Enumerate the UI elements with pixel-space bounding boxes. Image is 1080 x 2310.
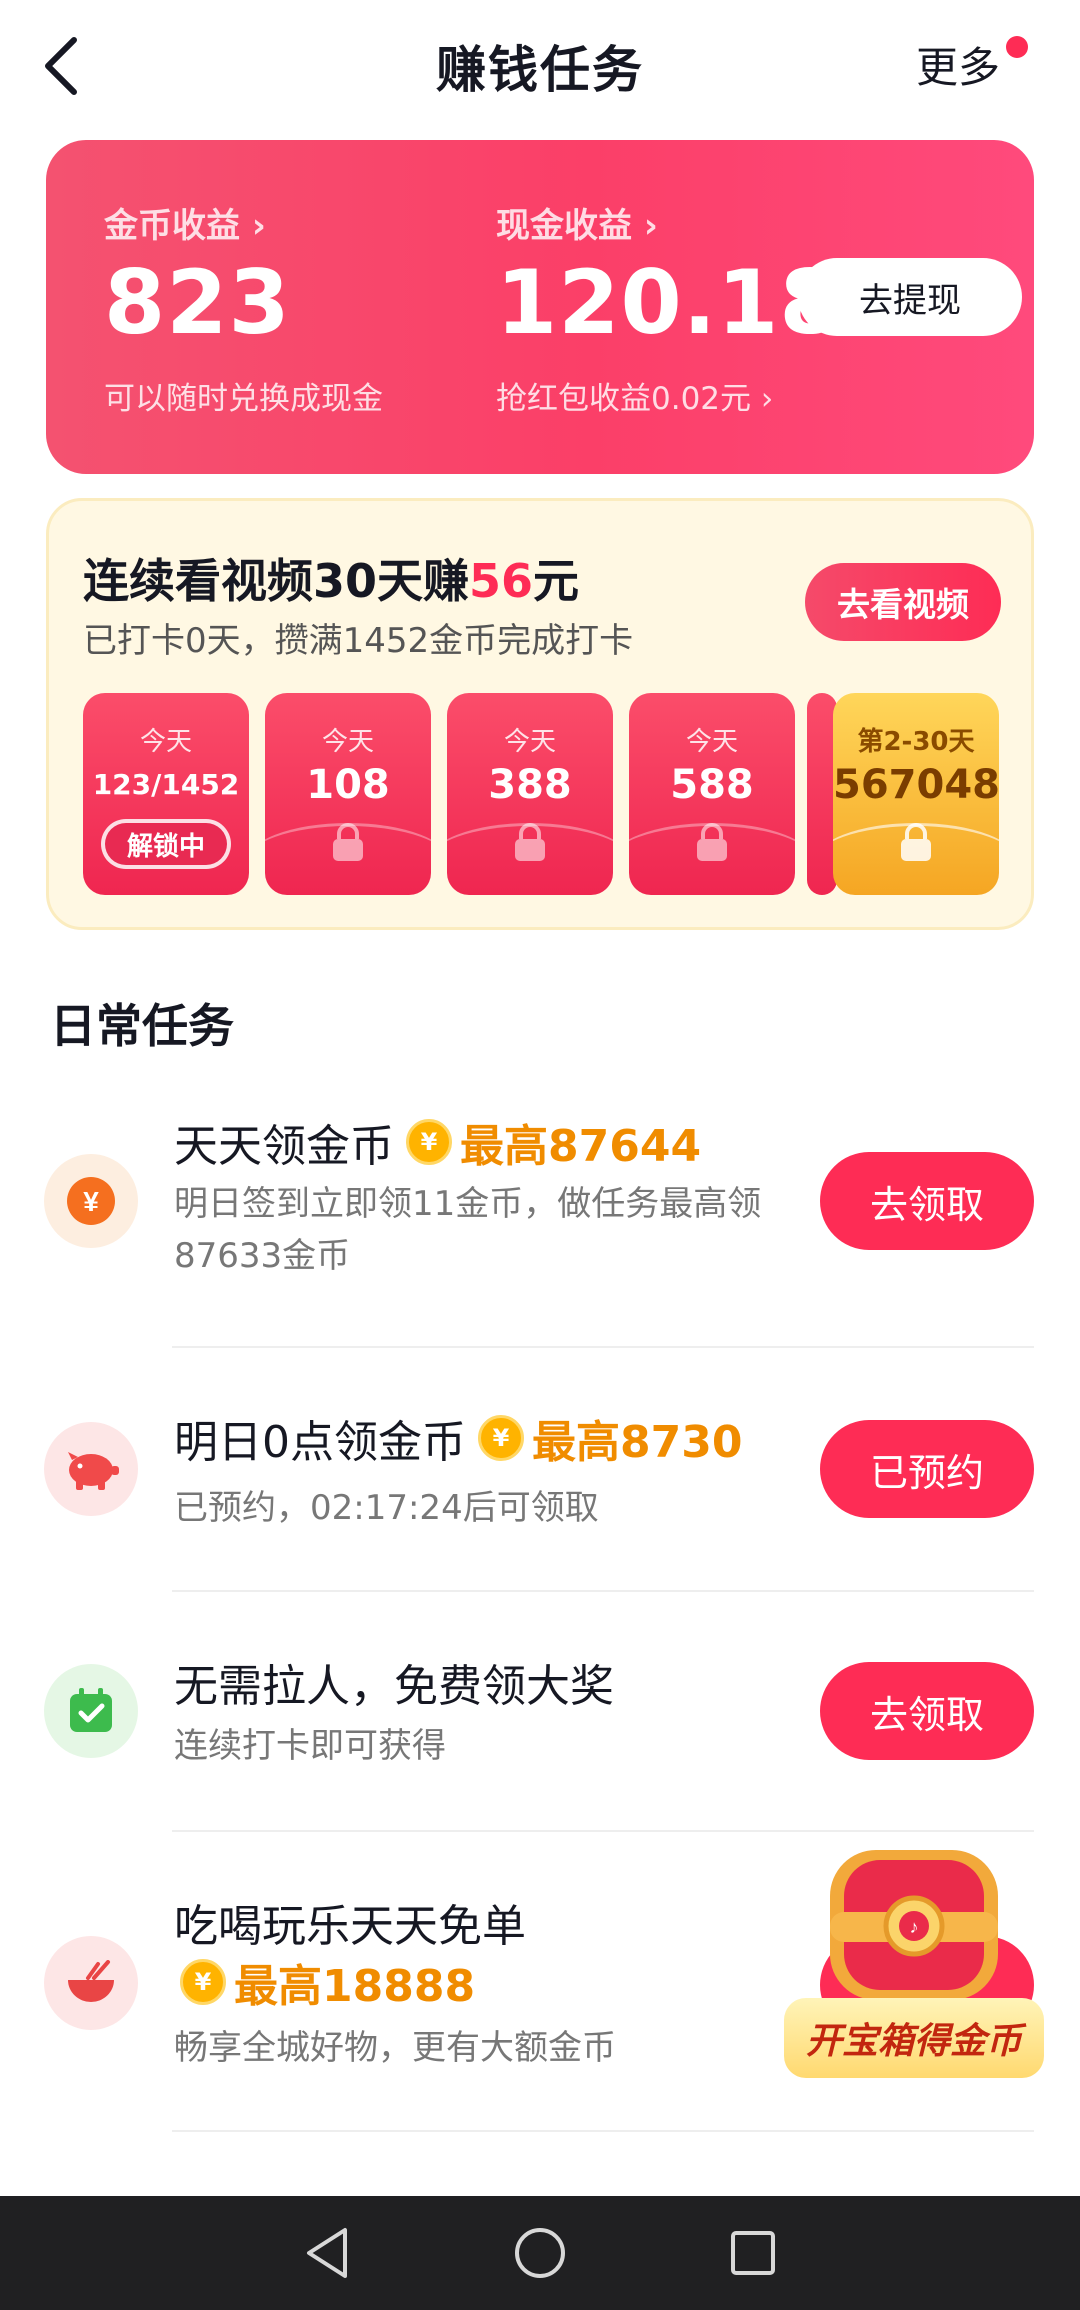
- checkin-tile[interactable]: 今天 588: [629, 693, 795, 895]
- checkin-tile[interactable]: 今天 388: [447, 693, 613, 895]
- nav-recents-button[interactable]: [723, 2223, 783, 2283]
- tile-value: 108: [306, 762, 390, 808]
- divider: [172, 2130, 1034, 2132]
- chevron-right-icon: ›: [251, 206, 266, 246]
- tile-label: 今天: [321, 727, 374, 757]
- treasure-box-label: 开宝箱得金币: [784, 1998, 1044, 2078]
- tile-value: 388: [488, 762, 572, 808]
- red-packet-earnings-text: 抢红包收益0.02元: [496, 381, 752, 417]
- watch-video-button[interactable]: 去看视频: [805, 563, 1001, 641]
- cash-earnings-value: 120.18: [496, 251, 842, 354]
- task-desc: 已预约，02:17:24后可领取: [174, 1488, 599, 1528]
- lock-icon: [515, 823, 545, 861]
- cash-earnings-label-text: 现金收益: [496, 206, 632, 246]
- withdraw-button[interactable]: 去提现: [798, 258, 1022, 336]
- task-title-text: 吃喝玩乐天天免单: [174, 1901, 526, 1952]
- task-max-reward: 最高18888: [234, 1961, 476, 2012]
- more-button[interactable]: 更多: [916, 34, 1000, 95]
- tile-value: 567048: [833, 762, 999, 808]
- tile-value: 588: [670, 762, 754, 808]
- task-title: 天天领金币 ¥ 最高87644: [174, 1110, 701, 1174]
- checkin-subtitle: 已打卡0天，攒满1452金币完成打卡: [83, 621, 634, 661]
- food-bowl-icon: [68, 1960, 114, 2002]
- nav-home-icon: [514, 2228, 565, 2278]
- task-icon-wrap: ¥: [44, 1154, 138, 1248]
- coin-icon: ¥: [180, 1959, 226, 2005]
- svg-text:♪: ♪: [910, 1917, 919, 1937]
- task-title-text: 明日0点领金币: [174, 1417, 466, 1468]
- claim-button[interactable]: 去领取: [820, 1152, 1034, 1250]
- nav-recents-icon: [731, 2231, 776, 2275]
- piggy-bank-icon: [68, 1452, 119, 1490]
- app-root: 赚钱任务 更多 金币收益 › 823 可以随时兑换成现金 现金收益 › 120.…: [0, 0, 1080, 2310]
- tile-label: 今天: [139, 727, 192, 757]
- header: 赚钱任务 更多: [0, 0, 1080, 130]
- unlocking-badge: 解锁中: [101, 819, 231, 869]
- daily-tasks-title: 日常任务: [50, 999, 234, 1053]
- tile-label: 今天: [503, 727, 556, 757]
- coin-earnings[interactable]: 金币收益 › 823 可以随时兑换成现金: [104, 198, 383, 418]
- treasure-chest-icon: ♪: [830, 1850, 998, 2000]
- coin-icon: ¥: [406, 1119, 452, 1165]
- task-desc: 连续打卡即可获得: [174, 1726, 446, 1766]
- checkin-title-suffix: 元: [533, 554, 580, 608]
- coin-earnings-sub: 可以随时兑换成现金: [104, 381, 383, 417]
- cash-earnings-label: 现金收益 ›: [496, 198, 842, 247]
- cash-earnings[interactable]: 现金收益 › 120.18 抢红包收益0.02元 ›: [496, 198, 842, 418]
- task-max-row: ¥ 最高18888: [168, 1950, 475, 2014]
- tile-label: 今天: [685, 727, 738, 757]
- treasure-box-float[interactable]: ♪ 开宝箱得金币: [780, 1820, 1050, 2080]
- coin-earnings-value: 823: [104, 251, 291, 354]
- coin-earnings-label: 金币收益 ›: [104, 198, 383, 247]
- checkin-tile-day1[interactable]: 今天 123/1452 解锁中: [83, 693, 249, 895]
- nav-home-button[interactable]: [510, 2223, 570, 2283]
- svg-text:¥: ¥: [83, 1186, 99, 1217]
- system-nav-bar: [0, 2196, 1080, 2310]
- red-packet-earnings-link[interactable]: 抢红包收益0.02元 ›: [496, 373, 842, 418]
- task-title: 无需拉人，免费领大奖: [174, 1650, 614, 1714]
- lock-icon: [697, 823, 727, 861]
- checkin-title-amount: 56: [469, 554, 534, 608]
- task-title: 明日0点领金币 ¥ 最高8730: [174, 1406, 742, 1470]
- task-title: 吃喝玩乐天天免单: [174, 1890, 526, 1954]
- chevron-right-icon: ›: [760, 381, 774, 417]
- reserved-button[interactable]: 已预约: [820, 1420, 1034, 1518]
- lock-icon: [901, 823, 931, 861]
- task-icon-wrap: [44, 1422, 138, 1516]
- task-title-text: 天天领金币: [174, 1121, 394, 1172]
- checkin-card: 连续看视频30天赚56元 已打卡0天，攒满1452金币完成打卡 去看视频 今天 …: [46, 498, 1034, 930]
- nav-back-icon: [306, 2228, 347, 2278]
- task-icon-wrap: [44, 1664, 138, 1758]
- task-desc: 畅享全城好物，更有大额金币: [174, 2028, 616, 2068]
- yuan-coin-icon: ¥: [67, 1177, 115, 1225]
- chevron-right-icon: ›: [643, 206, 658, 246]
- checkin-title: 连续看视频30天赚56元: [83, 545, 579, 611]
- coin-earnings-label-text: 金币收益: [104, 206, 240, 246]
- lock-icon: [333, 823, 363, 861]
- notification-dot: [1006, 36, 1028, 58]
- task-desc: 明日签到立即领11金币，做任务最高领87633金币: [174, 1184, 762, 1276]
- coin-icon: ¥: [478, 1415, 524, 1461]
- divider: [172, 1590, 1034, 1592]
- tile-label: 第2-30天: [857, 727, 975, 757]
- checkin-title-prefix: 连续看视频30天赚: [83, 554, 470, 608]
- task-max-reward: 最高87644: [460, 1121, 702, 1172]
- task-title-text: 无需拉人，免费领大奖: [174, 1661, 614, 1712]
- task-icon-wrap: [44, 1936, 138, 2030]
- divider: [172, 1346, 1034, 1348]
- task-max-reward: 最高8730: [532, 1417, 743, 1468]
- earnings-card: 金币收益 › 823 可以随时兑换成现金 现金收益 › 120.18 抢红包收益…: [46, 140, 1034, 474]
- checkin-tile[interactable]: 今天 108: [265, 693, 431, 895]
- claim-button[interactable]: 去领取: [820, 1662, 1034, 1760]
- tile-value: 123/1452: [92, 768, 240, 801]
- checkin-tile-final[interactable]: 第2-30天 567048: [833, 693, 999, 895]
- calendar-check-icon: [70, 1688, 112, 1732]
- nav-back-button[interactable]: [297, 2223, 357, 2283]
